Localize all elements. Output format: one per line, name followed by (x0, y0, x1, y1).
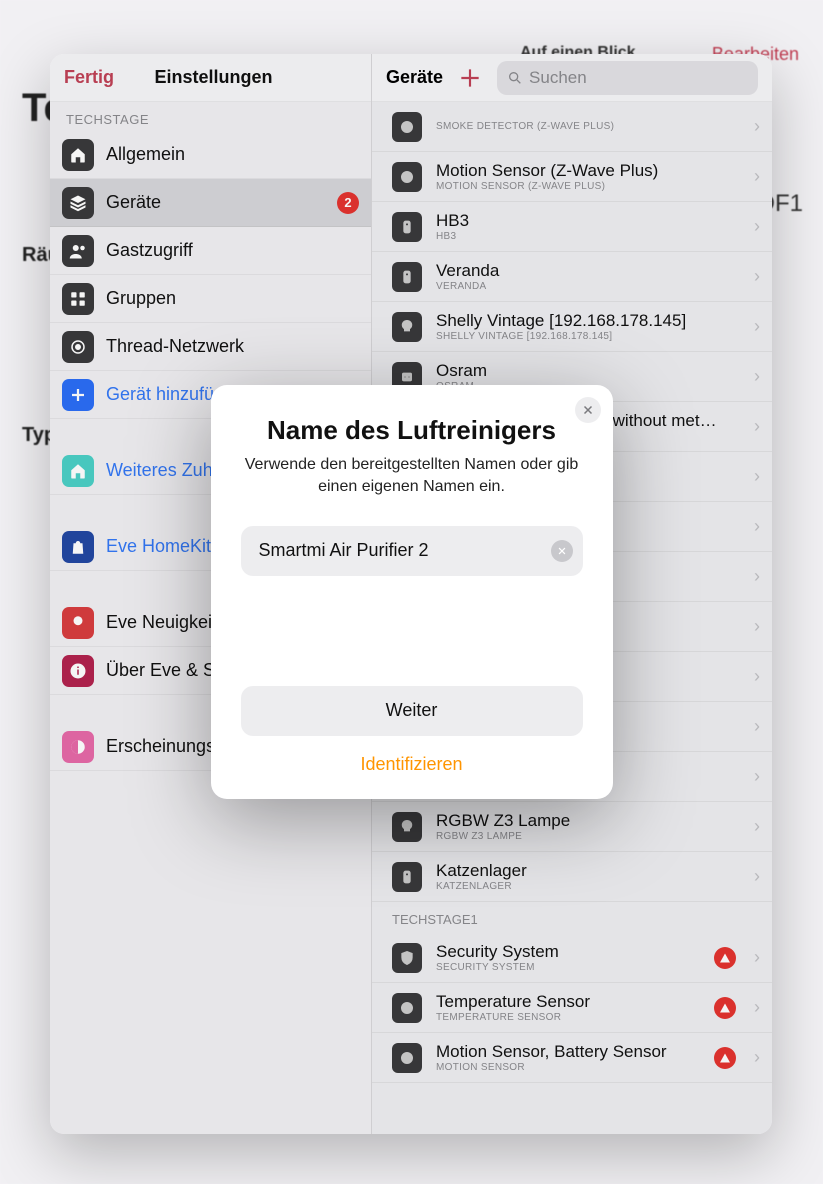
purifier-name-input[interactable] (259, 540, 551, 561)
close-icon (582, 404, 594, 416)
close-button[interactable] (575, 397, 601, 423)
identify-button[interactable]: Identifizieren (360, 754, 462, 775)
dialog-title: Name des Luftreinigers (267, 415, 556, 446)
continue-button[interactable]: Weiter (241, 686, 583, 736)
dialog-description: Verwende den bereitgestellten Namen oder… (241, 454, 583, 497)
modal-backdrop: Name des Luftreinigers Verwende den bere… (0, 0, 823, 1184)
clear-input-button[interactable] (551, 540, 573, 562)
name-input-wrapper (241, 526, 583, 576)
name-purifier-dialog: Name des Luftreinigers Verwende den bere… (211, 385, 613, 798)
close-icon (557, 546, 567, 556)
